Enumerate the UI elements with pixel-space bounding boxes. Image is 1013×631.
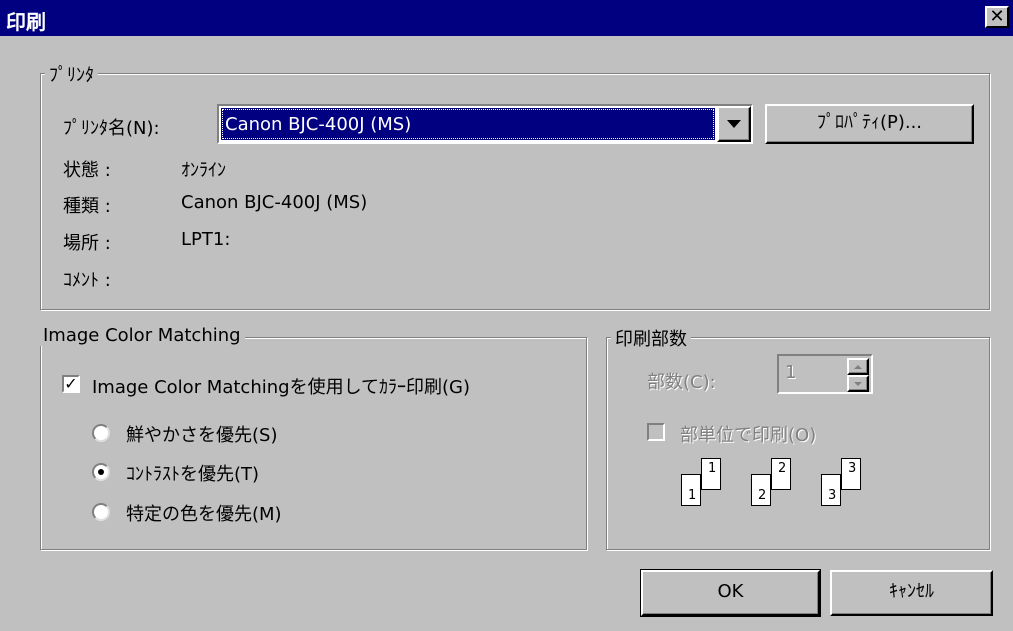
arrow-up-icon (854, 365, 862, 369)
collate-label: 部単位で印刷(O) (680, 425, 817, 446)
close-button[interactable]: ✕ (985, 6, 1009, 28)
page-number: 1 (708, 461, 717, 476)
radio-vividness-label: 鮮やかさを優先(S) (126, 425, 278, 446)
radio-contrast-circle[interactable] (92, 463, 110, 481)
copies-group-label: 印刷部数 (611, 325, 691, 351)
collate-illustration: 1 1 2 2 3 3 (681, 458, 881, 528)
page-number: 2 (758, 488, 767, 503)
page-number: 3 (848, 461, 857, 476)
printer-select-text: Canon BJC-400J (MS) (225, 114, 412, 135)
radio-specific-color[interactable]: 特定の色を優先(M) (92, 499, 392, 525)
radio-contrast-label: ｺﾝﾄﾗｽﾄを優先(T) (126, 464, 260, 485)
printer-select-value: Canon BJC-400J (MS) (221, 108, 715, 140)
printer-group: ﾌﾟﾘﾝﾀ ﾌﾟﾘﾝﾀ名(N): Canon BJC-400J (MS) ﾌﾟﾛ… (40, 61, 990, 310)
close-icon: ✕ (989, 6, 1005, 27)
ok-button[interactable]: OK (640, 569, 821, 617)
printer-name-label: ﾌﾟﾘﾝﾀ名(N): (63, 118, 160, 139)
properties-button[interactable]: ﾌﾟﾛﾊﾟﾃｨ(P)... (765, 104, 974, 144)
copies-count-field[interactable]: 1 (777, 354, 873, 394)
radio-specific-color-circle[interactable] (92, 503, 110, 521)
page-icon: 1 (681, 474, 701, 506)
printer-dropdown-button[interactable] (717, 106, 751, 142)
type-value: Canon BJC-400J (MS) (181, 192, 368, 213)
radio-specific-color-label: 特定の色を優先(M) (126, 504, 282, 525)
spin-up-button[interactable] (847, 358, 869, 375)
cancel-button-label: ｷｬﾝｾﾙ (889, 581, 934, 602)
use-icm-label: Image Color Matchingを使用してｶﾗｰ印刷(G) (92, 377, 471, 398)
icm-group-label: Image Color Matching (37, 325, 245, 346)
page-number: 3 (828, 488, 837, 503)
printer-select[interactable]: Canon BJC-400J (MS) (217, 104, 753, 144)
collate-checkbox-box[interactable] (647, 423, 665, 441)
dialog-title: 印刷 (6, 10, 46, 34)
radio-contrast[interactable]: ｺﾝﾄﾗｽﾄを優先(T) (92, 459, 392, 485)
page-icon: 3 (821, 474, 841, 506)
copies-count-label: 部数(C): (647, 372, 716, 393)
page-icon: 2 (751, 474, 771, 506)
spin-down-button[interactable] (847, 375, 869, 392)
copies-count-value: 1 (785, 362, 797, 383)
cancel-button[interactable]: ｷｬﾝｾﾙ (830, 570, 993, 616)
checkmark-icon: ✓ (64, 374, 78, 393)
use-icm-checkbox[interactable]: ✓ Image Color Matchingを使用してｶﾗｰ印刷(G) (62, 372, 572, 398)
radio-vividness-circle[interactable] (92, 424, 110, 442)
location-value: LPT1: (181, 229, 231, 250)
icm-group: Image Color Matching ✓ Image Color Match… (37, 325, 587, 550)
printer-group-label: ﾌﾟﾘﾝﾀ (45, 61, 98, 87)
use-icm-checkbox-box[interactable]: ✓ (62, 375, 80, 393)
print-dialog: 印刷 ✕ ﾌﾟﾘﾝﾀ ﾌﾟﾘﾝﾀ名(N): Canon BJC-400J (MS… (0, 0, 1013, 631)
page-icon: 1 (701, 458, 721, 490)
page-icon: 3 (841, 458, 861, 490)
title-bar[interactable]: 印刷 ✕ (0, 0, 1013, 36)
type-label: 種類 : (63, 196, 111, 217)
radio-dot-icon (98, 469, 104, 475)
page-number: 1 (688, 488, 697, 503)
radio-vividness[interactable]: 鮮やかさを優先(S) (92, 420, 392, 446)
status-label: 状態 : (63, 160, 111, 181)
chevron-down-icon (727, 120, 741, 128)
arrow-down-icon (854, 382, 862, 386)
properties-button-label: ﾌﾟﾛﾊﾟﾃｨ(P)... (816, 112, 923, 133)
copies-group: 印刷部数 部数(C): 1 部単位で印刷(O) 1 1 2 2 3 3 (606, 325, 990, 550)
page-icon: 2 (771, 458, 791, 490)
ok-button-label: OK (717, 581, 744, 602)
page-number: 2 (778, 461, 787, 476)
comment-label: ｺﾒﾝﾄ : (63, 270, 111, 291)
collate-checkbox[interactable]: 部単位で印刷(O) (647, 420, 947, 446)
location-label: 場所 : (63, 233, 111, 254)
status-value: ｵﾝﾗｲﾝ (181, 160, 226, 181)
